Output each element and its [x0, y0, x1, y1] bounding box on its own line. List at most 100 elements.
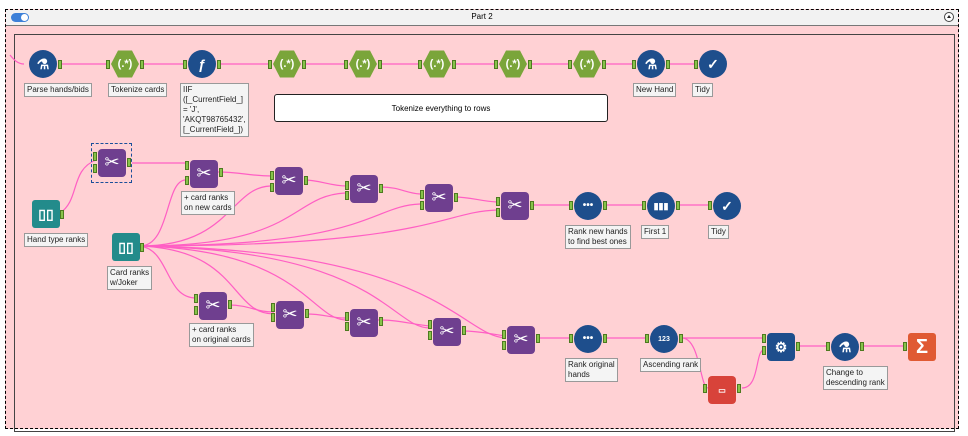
- output-port[interactable]: [530, 201, 534, 210]
- input-port[interactable]: [569, 334, 573, 343]
- input-port-right[interactable]: [345, 191, 349, 200]
- input-port[interactable]: [268, 60, 272, 69]
- input-port-left[interactable]: [502, 330, 506, 339]
- rank-icon: •••: [582, 200, 594, 211]
- input-port-left[interactable]: [270, 171, 274, 180]
- input-port[interactable]: [418, 60, 422, 69]
- join-icon: ✂: [282, 304, 298, 325]
- input-port-left[interactable]: [93, 152, 97, 161]
- join-tool[interactable]: ✂: [276, 301, 304, 329]
- input-port-left[interactable]: [271, 303, 275, 312]
- output-port[interactable]: [454, 193, 458, 202]
- output-port[interactable]: [140, 243, 144, 252]
- input-port-left[interactable]: [762, 334, 766, 343]
- join-tool[interactable]: ✂: [199, 292, 227, 320]
- join-tool-selected[interactable]: ✂: [98, 149, 126, 177]
- input-port[interactable]: [632, 60, 636, 69]
- output-port[interactable]: [60, 210, 64, 219]
- new-hand-tool[interactable]: ⚗: [637, 50, 665, 78]
- input-port-right[interactable]: [194, 306, 198, 315]
- input-port-left[interactable]: [428, 320, 432, 329]
- input-port-right[interactable]: [496, 208, 500, 217]
- input-port[interactable]: [703, 384, 707, 393]
- input-port[interactable]: [694, 60, 698, 69]
- count-records-tool[interactable]: ▭: [708, 376, 736, 404]
- join-tool[interactable]: ✂: [350, 309, 378, 337]
- input-port-right[interactable]: [420, 201, 424, 210]
- output-port[interactable]: [462, 326, 466, 335]
- card-ranks-joker-input[interactable]: ▯▯: [112, 233, 140, 261]
- output-port[interactable]: [58, 60, 62, 69]
- tidy-tool-mid[interactable]: ✓: [713, 192, 741, 220]
- formula-tool[interactable]: ƒ: [188, 50, 216, 78]
- parse-hands-tool[interactable]: ⚗: [29, 50, 57, 78]
- output-port[interactable]: [737, 384, 741, 393]
- join-tool[interactable]: ✂: [501, 192, 529, 220]
- input-port-left[interactable]: [345, 312, 349, 321]
- output-port[interactable]: [528, 60, 532, 69]
- input-port-right[interactable]: [271, 313, 275, 322]
- input-port[interactable]: [568, 60, 572, 69]
- input-port[interactable]: [494, 60, 498, 69]
- join-tool[interactable]: ✂: [275, 167, 303, 195]
- input-port-right[interactable]: [93, 164, 97, 173]
- input-port-left[interactable]: [345, 181, 349, 190]
- output-port[interactable]: [536, 334, 540, 343]
- hand-type-ranks-input[interactable]: ▯▯: [32, 200, 60, 228]
- tidy-tool-top[interactable]: ✓: [699, 50, 727, 78]
- input-port[interactable]: [183, 60, 187, 69]
- join-tool[interactable]: ✂: [190, 160, 218, 188]
- output-port[interactable]: [603, 334, 607, 343]
- flask-icon: ⚗: [644, 56, 658, 72]
- output-port[interactable]: [217, 60, 221, 69]
- output-port[interactable]: [796, 342, 800, 351]
- input-port-right[interactable]: [502, 341, 506, 350]
- output-port[interactable]: [860, 342, 864, 351]
- input-port[interactable]: [344, 60, 348, 69]
- output-port[interactable]: [666, 60, 670, 69]
- output-port[interactable]: [379, 184, 383, 193]
- join-tool[interactable]: ✂: [507, 326, 535, 354]
- input-port-left[interactable]: [420, 190, 424, 199]
- ascending-rank-tool[interactable]: 123: [650, 325, 678, 353]
- rank-original-tool[interactable]: •••: [574, 325, 602, 353]
- output-port[interactable]: [676, 201, 680, 210]
- output-port[interactable]: [302, 60, 306, 69]
- input-port[interactable]: [903, 342, 907, 351]
- rank-new-hands-tool[interactable]: •••: [574, 192, 602, 220]
- output-port[interactable]: [378, 60, 382, 69]
- input-port[interactable]: [106, 60, 110, 69]
- output-port[interactable]: [219, 168, 223, 177]
- output-port[interactable]: [379, 317, 383, 326]
- output-port[interactable]: [228, 300, 232, 309]
- input-port[interactable]: [569, 201, 573, 210]
- output-port[interactable]: [304, 176, 308, 185]
- output-port[interactable]: [127, 158, 131, 167]
- first-1-tool[interactable]: ▮▮▮: [647, 192, 675, 220]
- input-port-right[interactable]: [428, 331, 432, 340]
- input-port-left[interactable]: [185, 161, 189, 170]
- input-port[interactable]: [645, 334, 649, 343]
- input-port[interactable]: [642, 201, 646, 210]
- input-port-right[interactable]: [762, 346, 766, 355]
- summarize-tool[interactable]: Σ: [908, 333, 936, 361]
- output-port[interactable]: [140, 60, 144, 69]
- input-port[interactable]: [826, 342, 830, 351]
- input-port-right[interactable]: [185, 176, 189, 185]
- output-port[interactable]: [679, 334, 683, 343]
- input-port[interactable]: [708, 201, 712, 210]
- input-port-right[interactable]: [270, 183, 274, 192]
- change-desc-tool[interactable]: ⚗: [831, 333, 859, 361]
- output-port[interactable]: [305, 309, 309, 318]
- multi-join-tool[interactable]: ⚙: [767, 333, 795, 361]
- output-port[interactable]: [602, 60, 606, 69]
- input-port-left[interactable]: [194, 294, 198, 303]
- output-port[interactable]: [452, 60, 456, 69]
- output-port[interactable]: [603, 201, 607, 210]
- join-tool[interactable]: ✂: [433, 318, 461, 346]
- join-tool[interactable]: ✂: [425, 184, 453, 212]
- join-tool[interactable]: ✂: [350, 175, 378, 203]
- input-port-left[interactable]: [496, 197, 500, 206]
- comment-box[interactable]: Tokenize everything to rows: [274, 94, 608, 122]
- input-port-right[interactable]: [345, 322, 349, 331]
